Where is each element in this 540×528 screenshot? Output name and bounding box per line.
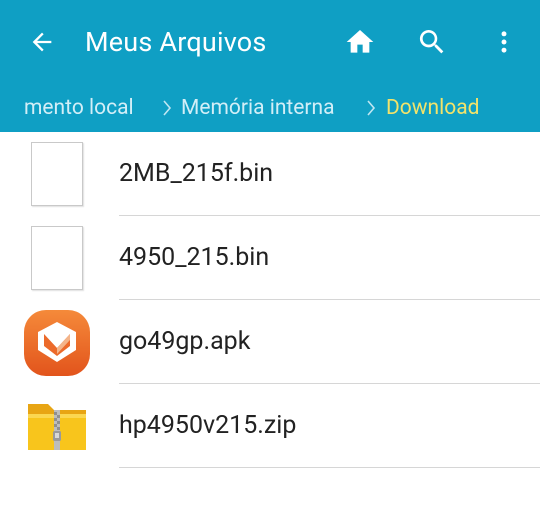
search-button[interactable] xyxy=(414,24,450,60)
divider xyxy=(119,467,540,468)
file-name: go49gp.apk xyxy=(119,327,251,356)
more-options-button[interactable] xyxy=(486,24,522,60)
chevron-right-icon xyxy=(367,100,376,116)
arrow-left-icon xyxy=(32,32,52,52)
file-list-item[interactable]: hp4950v215.zip xyxy=(0,384,540,468)
apk-app-icon xyxy=(24,310,90,376)
back-button[interactable] xyxy=(24,24,60,60)
file-list-item[interactable]: 2MB_215f.bin xyxy=(0,132,540,216)
toolbar: Meus Arquivos xyxy=(0,0,540,84)
breadcrumb: mento local Memória interna Download xyxy=(0,88,540,128)
breadcrumb-item-internal-memory[interactable]: Memória interna xyxy=(181,88,335,128)
search-icon xyxy=(419,30,444,54)
file-list-item[interactable]: 4950_215.bin xyxy=(0,216,540,300)
chevron-right-icon xyxy=(163,100,172,116)
file-list-item[interactable]: go49gp.apk xyxy=(0,300,540,384)
breadcrumb-item-download[interactable]: Download xyxy=(386,88,480,128)
more-vert-icon xyxy=(501,31,507,53)
breadcrumb-item-local-storage[interactable]: mento local xyxy=(24,88,134,128)
app-bar: Meus Arquivos mento local Memória intern… xyxy=(0,0,540,132)
home-icon xyxy=(346,30,374,53)
document-icon xyxy=(24,142,90,208)
home-button[interactable] xyxy=(342,24,378,60)
file-name: 2MB_215f.bin xyxy=(119,159,274,188)
app-title: Meus Arquivos xyxy=(85,26,267,58)
document-icon xyxy=(24,226,90,292)
zip-folder-icon xyxy=(24,394,90,460)
file-name: hp4950v215.zip xyxy=(119,411,297,440)
file-name: 4950_215.bin xyxy=(119,243,270,272)
